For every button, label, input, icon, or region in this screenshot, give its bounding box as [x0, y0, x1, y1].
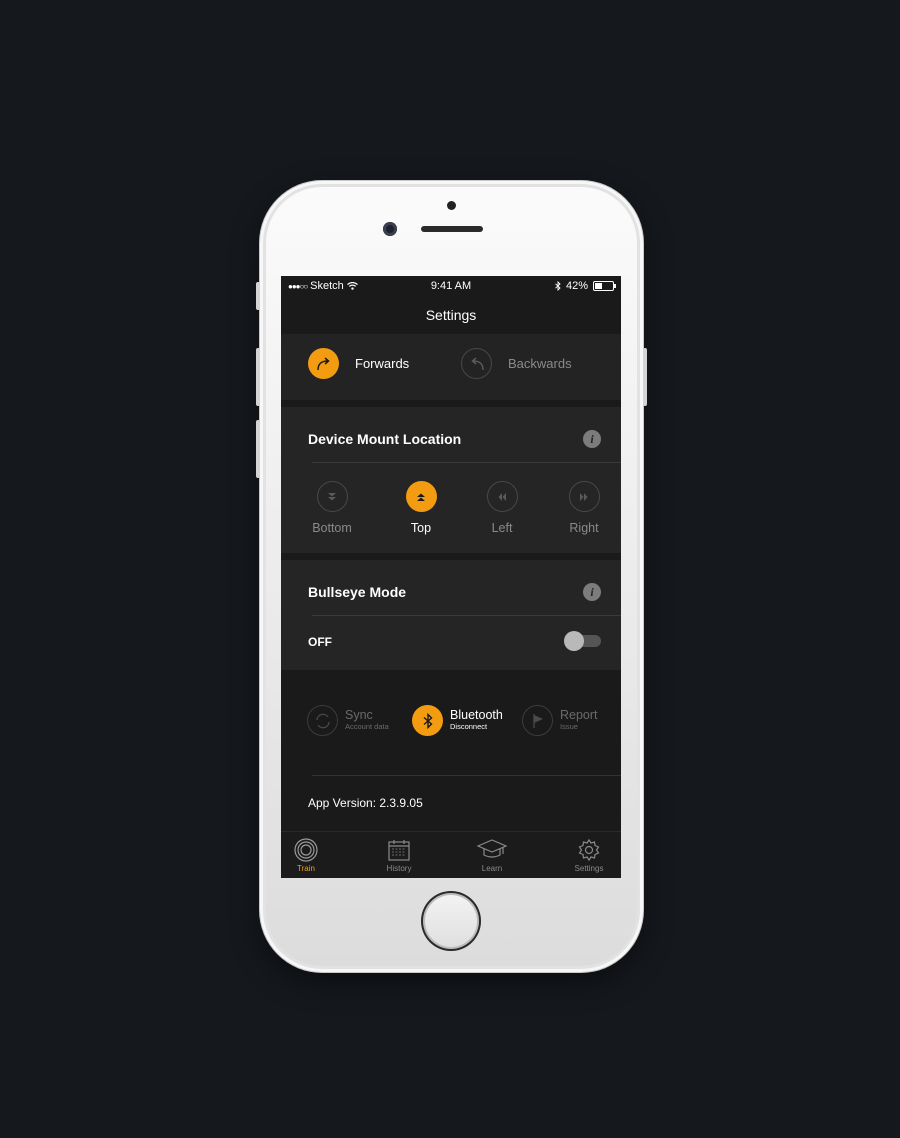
- forwards-option[interactable]: Forwards: [308, 348, 409, 379]
- sync-subtitle: Account data: [345, 722, 389, 731]
- tab-train-label: Train: [297, 864, 315, 873]
- sync-icon: [307, 705, 338, 736]
- gear-icon: [578, 838, 600, 862]
- bullseye-divider: [312, 615, 621, 616]
- sync-action[interactable]: Sync Account data: [307, 705, 389, 736]
- bluetooth-icon: [412, 705, 443, 736]
- bullseye-state-label: OFF: [308, 635, 332, 649]
- tab-settings-label: Settings: [574, 864, 604, 873]
- status-bar: ●●●○○ Sketch 9:41 AM 42%: [281, 276, 621, 296]
- tab-history-label: History: [386, 864, 412, 873]
- double-chevron-left-icon: [486, 481, 518, 512]
- power-button: [643, 348, 647, 406]
- mount-location-title: Device Mount Location: [308, 431, 462, 447]
- footer-divider: [312, 775, 621, 776]
- double-chevron-down-icon: [316, 481, 348, 512]
- tab-train[interactable]: Train: [281, 838, 341, 873]
- report-action[interactable]: Report Issue: [522, 705, 598, 736]
- mount-option-bottom[interactable]: Bottom: [302, 481, 362, 535]
- battery-percent: 42%: [565, 280, 588, 292]
- graduation-cap-icon: [477, 839, 507, 858]
- earpiece-speaker: [421, 226, 483, 232]
- backwards-label: Backwards: [508, 356, 572, 371]
- mount-option-right[interactable]: Right: [554, 481, 614, 535]
- mount-label-bottom: Bottom: [312, 521, 352, 535]
- calendar-icon: [388, 840, 410, 861]
- mount-divider: [312, 462, 621, 463]
- volume-down-button: [256, 420, 260, 478]
- sync-title: Sync: [345, 708, 373, 722]
- bullseye-title: Bullseye Mode: [308, 584, 407, 600]
- tab-history[interactable]: History: [364, 838, 434, 873]
- double-chevron-right-icon: [568, 481, 600, 512]
- report-title: Report: [560, 708, 598, 722]
- mount-label-right: Right: [569, 521, 599, 535]
- app-version: App Version: 2.3.9.05: [308, 796, 423, 810]
- backward-arrow-icon: [461, 348, 492, 379]
- battery-icon: [593, 281, 616, 291]
- home-button[interactable]: [421, 891, 481, 951]
- bluetooth-title: Bluetooth: [450, 708, 503, 722]
- mount-info-icon[interactable]: i: [583, 430, 601, 448]
- report-subtitle: Issue: [560, 722, 578, 731]
- forwards-label: Forwards: [355, 356, 410, 371]
- front-camera: [383, 222, 397, 236]
- mount-label-top: Top: [410, 521, 432, 535]
- bullseye-info-icon[interactable]: i: [583, 583, 601, 601]
- bluetooth-status-icon: [555, 281, 561, 291]
- toggle-knob: [564, 631, 584, 651]
- tab-bar: Train History Learn Settings: [281, 831, 621, 878]
- backwards-option[interactable]: Backwards: [461, 348, 572, 379]
- app-screen: ●●●○○ Sketch 9:41 AM 42% Settings Forwar…: [281, 276, 621, 878]
- mount-location-panel: Device Mount Location i Bottom Top Left: [281, 407, 621, 553]
- mount-option-left[interactable]: Left: [472, 481, 532, 535]
- bullseye-toggle[interactable]: [564, 631, 601, 651]
- tab-learn-label: Learn: [481, 864, 503, 873]
- direction-panel: Forwards Backwards: [281, 334, 621, 400]
- flag-icon: [522, 705, 553, 736]
- proximity-sensor: [447, 201, 456, 210]
- bluetooth-subtitle: Disconnect: [450, 722, 488, 731]
- mount-label-left: Left: [491, 521, 513, 535]
- target-icon: [294, 838, 318, 862]
- double-chevron-up-icon: [405, 481, 437, 512]
- mount-option-top[interactable]: Top: [391, 481, 451, 535]
- bullseye-panel: Bullseye Mode i OFF: [281, 560, 621, 670]
- tab-learn[interactable]: Learn: [457, 838, 527, 873]
- bluetooth-action[interactable]: Bluetooth Disconnect: [412, 705, 503, 736]
- page-title: Settings: [425, 307, 477, 323]
- volume-up-button: [256, 348, 260, 406]
- status-right: 42%: [555, 280, 616, 292]
- tab-settings[interactable]: Settings: [554, 838, 621, 873]
- forward-arrow-icon: [308, 348, 339, 379]
- mute-switch: [256, 282, 260, 310]
